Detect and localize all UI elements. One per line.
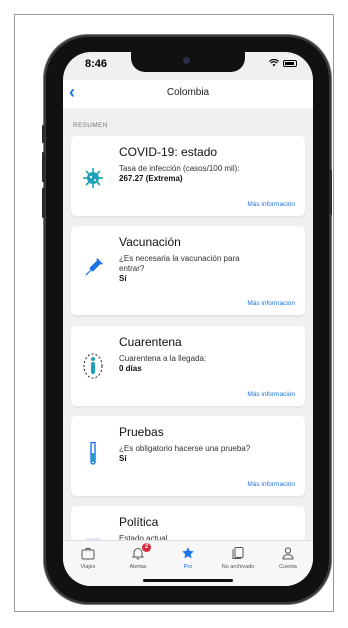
card-question-text: ¿Es necesaria la vacunación para entrar? xyxy=(119,254,240,273)
card-question: ¿Es obligatorio hacerse una prueba? Sí xyxy=(119,444,294,464)
section-header: RESUMEN xyxy=(73,122,108,129)
tab-alertas[interactable]: 2 Alertas xyxy=(113,543,163,570)
more-info-link[interactable]: Más información xyxy=(247,201,295,208)
tab-pro[interactable]: Pro xyxy=(163,545,213,570)
silent-switch xyxy=(42,125,45,143)
more-info-link[interactable]: Más información xyxy=(247,481,295,488)
card-answer: 0 días xyxy=(119,364,142,373)
suitcase-icon xyxy=(81,547,95,559)
more-info-link[interactable]: Más información xyxy=(247,391,295,398)
card-answer: Sí xyxy=(119,454,127,463)
card-answer: 267.27 (Extrema) xyxy=(119,174,183,183)
tab-label: No archivado xyxy=(221,564,255,570)
quarantine-card[interactable]: Cuarentena Cuarentena a la llegada: 0 dí… xyxy=(71,326,305,406)
card-title: COVID-19: estado xyxy=(119,145,218,159)
phone-screen: 8:46 ‹ Colombia RESUMEN COVID-19: estado… xyxy=(63,52,313,586)
notch xyxy=(131,52,245,72)
power-button xyxy=(329,170,332,215)
tab-cuenta[interactable]: Cuenta xyxy=(263,545,313,570)
card-question: Cuarentena a la llegada: 0 días xyxy=(119,354,294,374)
card-question: Tasa de infección (casos/100 mil): 267.2… xyxy=(119,164,294,184)
card-title: Cuarentena xyxy=(119,335,182,349)
card-title: Pruebas xyxy=(119,425,164,439)
status-time: 8:46 xyxy=(85,58,108,70)
card-question: ¿Es necesaria la vacunación para entrar?… xyxy=(119,254,259,284)
star-icon xyxy=(182,547,194,559)
virus-icon xyxy=(83,168,103,188)
camera-icon xyxy=(183,57,190,64)
card-question-text: ¿Es obligatorio hacerse una prueba? xyxy=(119,444,251,453)
volume-up-button xyxy=(42,152,45,182)
page-title: Colombia xyxy=(166,87,210,98)
tab-viajes[interactable]: Viajes xyxy=(63,545,113,570)
test-tube-icon xyxy=(90,442,96,465)
wifi-icon xyxy=(269,59,279,67)
document-icon xyxy=(232,547,244,559)
covid-status-card[interactable]: COVID-19: estado Tasa de infección (caso… xyxy=(71,136,305,216)
navigation-bar: ‹ Colombia xyxy=(63,80,313,108)
tab-label: Viajes xyxy=(80,564,96,570)
notification-badge: 2 xyxy=(142,543,151,552)
card-title: Política xyxy=(119,515,159,529)
card-answer: Sí xyxy=(119,274,127,283)
card-title: Vacunación xyxy=(119,235,181,249)
more-info-link[interactable]: Más información xyxy=(247,300,295,307)
card-question-text: Cuarentena a la llegada: xyxy=(119,354,207,363)
quarantine-person-icon xyxy=(83,353,103,379)
volume-down-button xyxy=(42,188,45,218)
home-indicator xyxy=(143,579,233,582)
card-question-text: Tasa de infección (casos/100 mil): xyxy=(119,164,240,173)
tab-label: Cuenta xyxy=(279,564,297,570)
testing-card[interactable]: Pruebas ¿Es obligatorio hacerse una prue… xyxy=(71,416,305,496)
tab-no-archivado[interactable]: No archivado xyxy=(213,545,263,570)
battery-icon xyxy=(283,59,297,67)
person-icon xyxy=(282,547,294,560)
status-icons xyxy=(269,59,297,67)
tab-label: Pro xyxy=(183,564,193,570)
tab-label: Alertas xyxy=(129,564,147,570)
syringe-icon xyxy=(85,258,103,276)
vaccination-card[interactable]: Vacunación ¿Es necesaria la vacunación p… xyxy=(71,226,305,315)
